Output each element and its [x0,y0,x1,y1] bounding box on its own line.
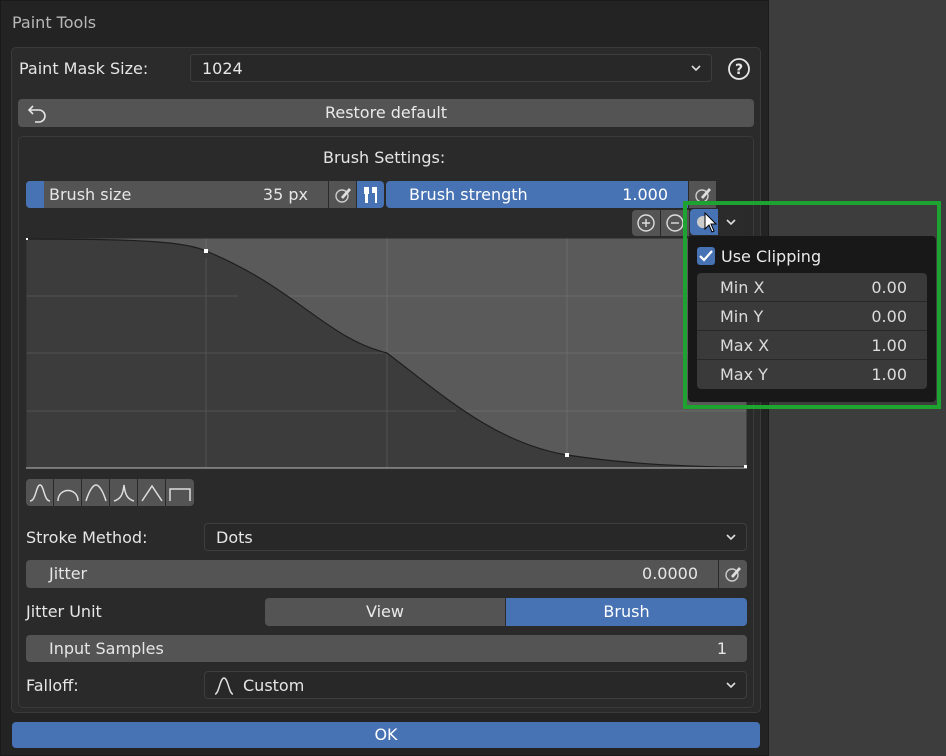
restore-default-label: Restore default [324,103,448,122]
jitter-unit-view-button[interactable]: View [265,598,505,626]
stroke-method-dropdown[interactable]: Dots [204,523,747,551]
jitter-value: 0.0000 [642,564,698,583]
zoom-out-icon [666,214,684,232]
input-samples-field[interactable]: Input Samples 1 [26,635,747,662]
jitter-label: Jitter [49,564,88,583]
input-samples-value: 1 [716,639,727,658]
brush-settings-heading: Brush Settings: [323,148,446,167]
chevron-down-icon [691,65,701,72]
falloff-curve-editor[interactable] [26,238,747,469]
preset-root-button[interactable] [82,479,110,506]
jitter-unit-brush-label: Brush [603,602,650,621]
dialog-title: Paint Tools [12,13,97,32]
brush-strength-label: Brush strength [409,185,528,204]
jitter-pressure-button[interactable] [719,560,747,588]
sharp-curve-icon [113,484,134,502]
sphere-curve-icon [56,489,79,501]
curve-preset-group [26,479,194,506]
help-icon[interactable]: ? [727,57,751,81]
undo-icon [27,105,46,123]
chevron-down-icon [726,682,736,689]
falloff-value: Custom [243,676,305,695]
paint-mask-size-dropdown[interactable]: 1024 [190,54,712,82]
input-samples-label: Input Samples [49,639,164,658]
brush-size-value: 35 px [262,185,308,204]
unified-link-icon [363,186,377,203]
paint-mask-size-label: Paint Mask Size: [19,59,149,78]
chevron-down-icon [726,534,736,541]
pen-pressure-icon [334,187,351,203]
jitter-unit-brush-button[interactable]: Brush [506,598,747,626]
ok-button[interactable]: OK [12,722,760,748]
jitter-unit-label: Jitter Unit [26,602,102,621]
root-curve-icon [84,483,107,501]
brush-size-unified-button[interactable] [357,181,384,208]
brush-strength-field[interactable]: Brush strength 1.000 [386,181,688,208]
brush-strength-value: 1.000 [622,185,668,204]
preset-sphere-button[interactable] [54,479,82,506]
preset-linear-button[interactable] [138,479,166,506]
paint-mask-size-value: 1024 [202,59,243,78]
stroke-method-value: Dots [216,528,253,547]
restore-default-button[interactable]: Restore default [18,99,754,127]
zoom-in-icon [637,214,655,232]
smooth-curve-icon [29,483,50,502]
jitter-field[interactable]: Jitter 0.0000 [26,560,718,588]
brush-size-label: Brush size [49,185,132,204]
brush-size-pressure-button[interactable] [329,181,356,208]
jitter-unit-view-label: View [366,602,404,621]
preset-constant-button[interactable] [166,479,194,506]
linear-curve-icon [140,484,163,501]
svg-text:?: ? [735,62,743,78]
constant-curve-icon [169,487,191,501]
zoom-in-button[interactable] [632,210,660,236]
smooth-curve-icon [214,677,234,695]
falloff-dropdown[interactable]: Custom [204,671,747,699]
highlight-box [683,201,941,409]
pen-pressure-icon [725,567,741,582]
stroke-method-label: Stroke Method: [26,528,148,547]
paint-tools-dialog: Paint Tools Paint Mask Size: 1024 ? Rest… [0,0,769,756]
falloff-label: Falloff: [26,676,79,695]
brush-size-field[interactable]: Brush size 35 px [26,181,328,208]
ok-label: OK [374,725,398,744]
brush-size-fill [26,181,44,208]
preset-sharp-button[interactable] [110,479,138,506]
preset-smooth-button[interactable] [26,479,54,506]
